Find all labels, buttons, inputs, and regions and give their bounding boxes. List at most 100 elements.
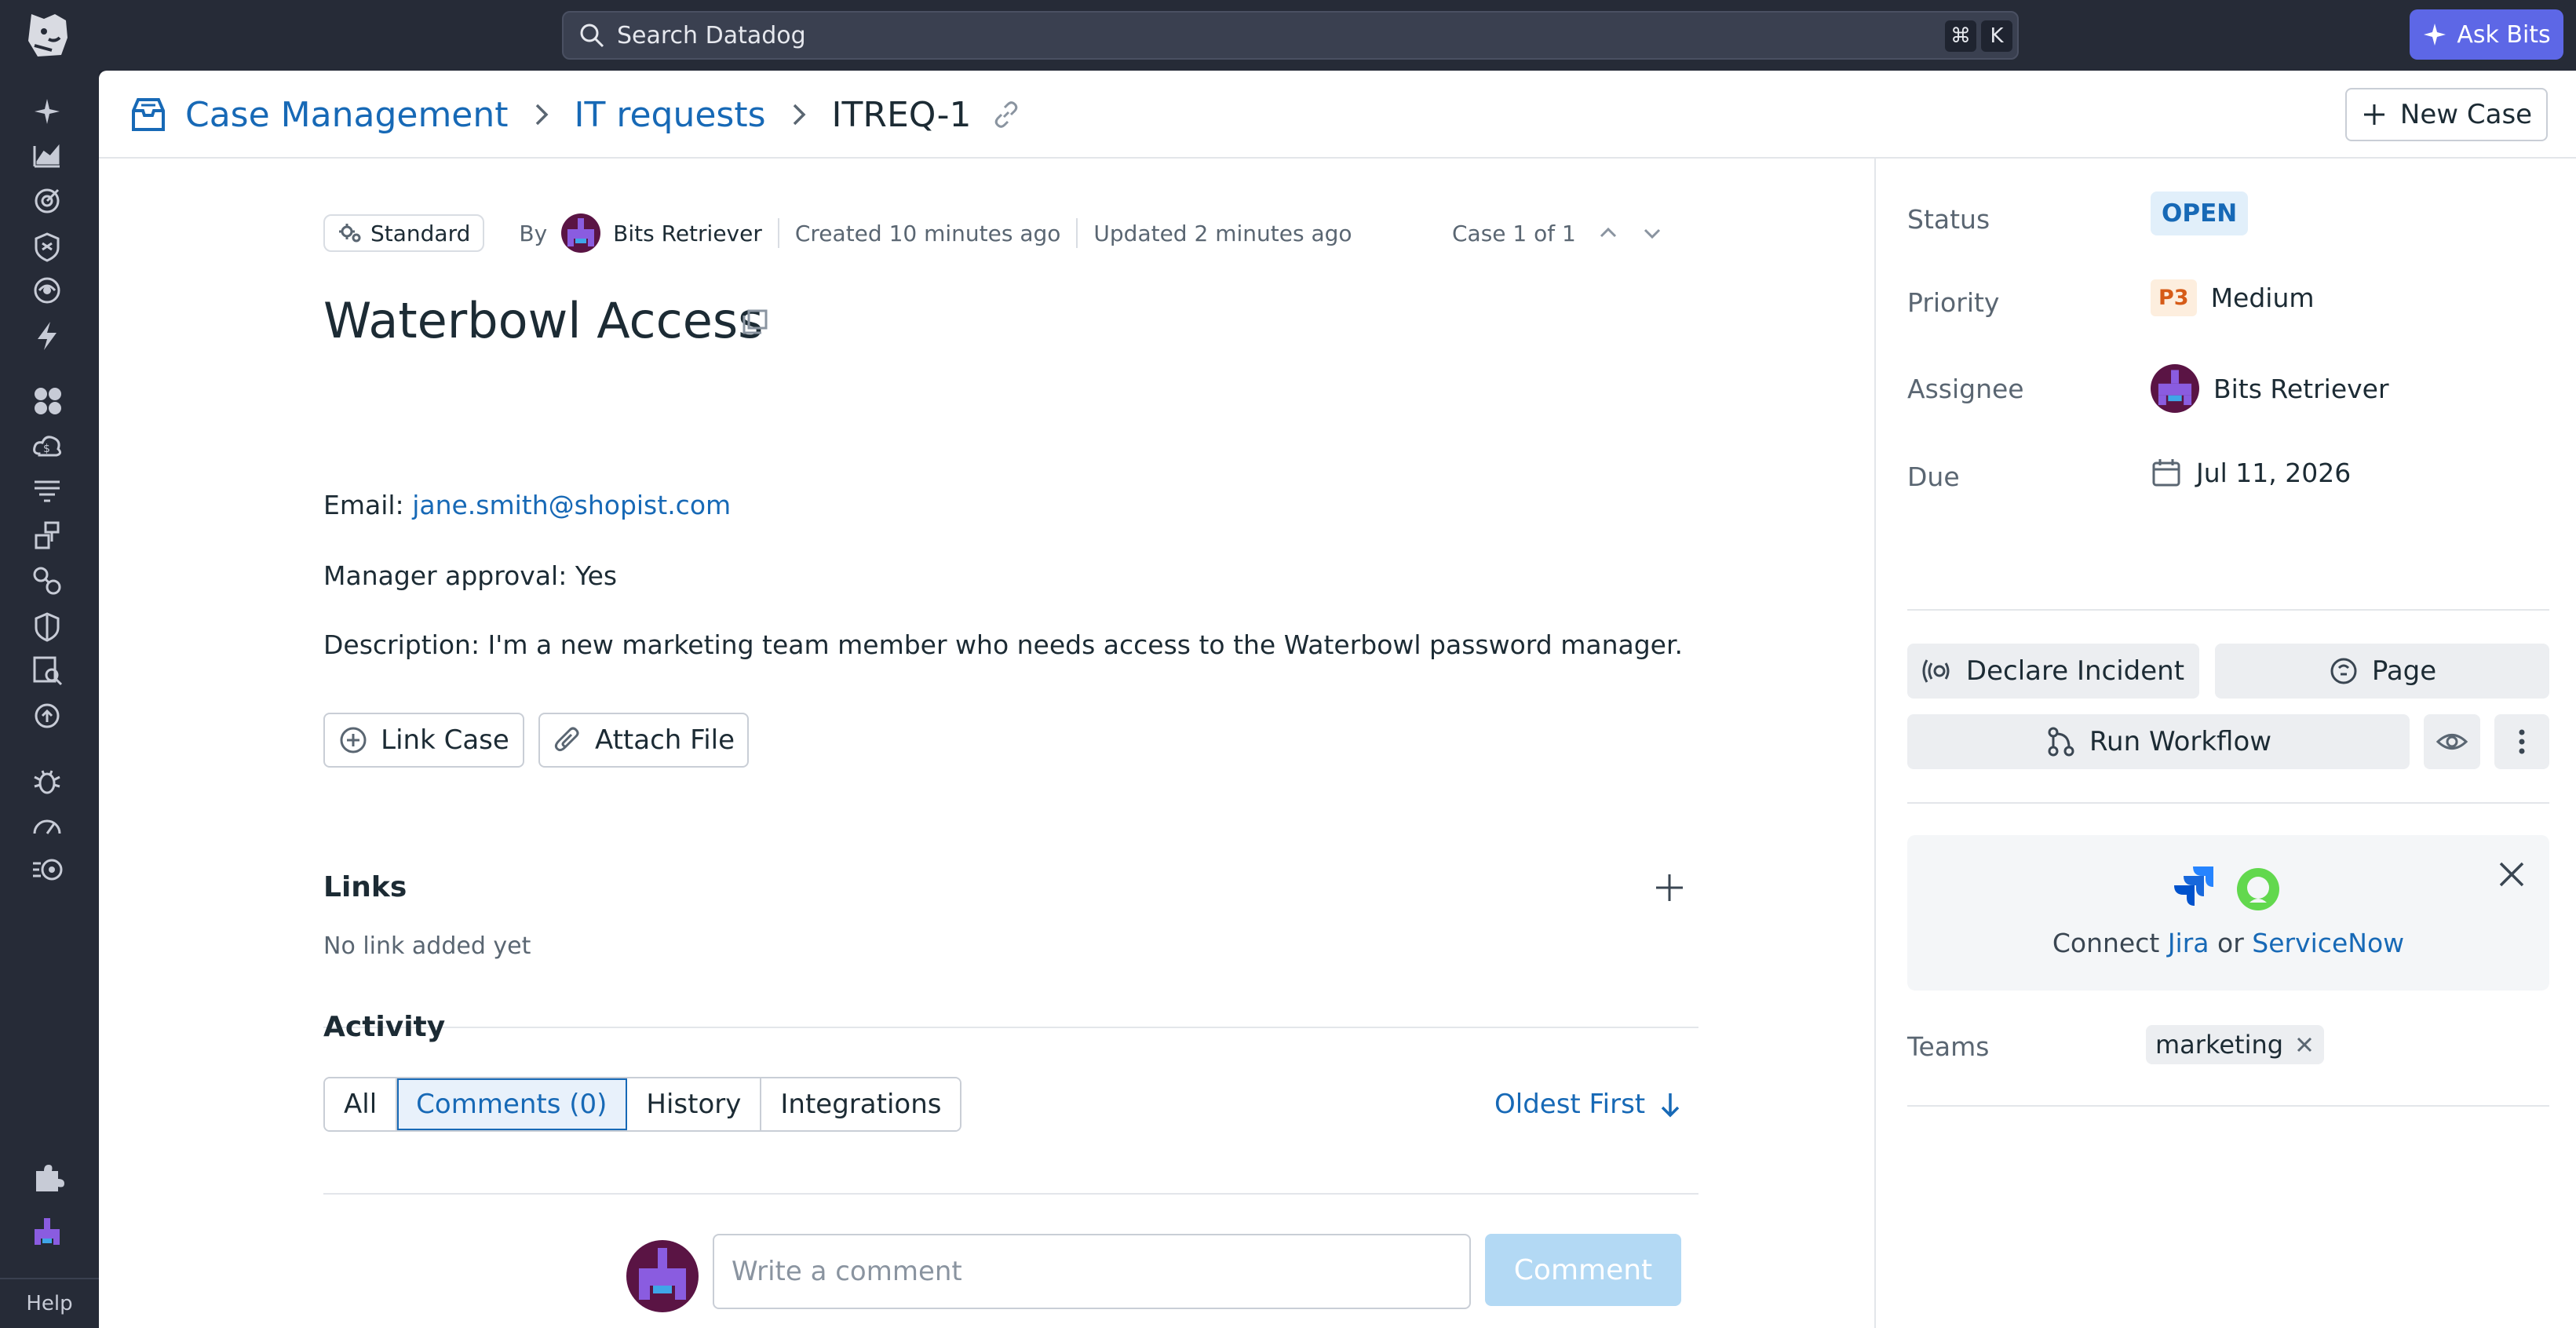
more-vertical-icon bbox=[2517, 726, 2527, 757]
divider bbox=[1907, 802, 2549, 804]
priority-value: Medium bbox=[2210, 283, 2315, 313]
more-options-button[interactable] bbox=[2494, 714, 2549, 769]
chevron-up-icon[interactable] bbox=[1596, 221, 1620, 245]
watch-button[interactable] bbox=[2424, 714, 2480, 769]
status-field[interactable]: OPEN bbox=[2151, 192, 2249, 235]
assignee-name: Bits Retriever bbox=[2213, 373, 2389, 404]
connect-jira-link[interactable]: Jira bbox=[2168, 928, 2209, 958]
link-case-button[interactable]: Link Case bbox=[323, 713, 524, 768]
new-case-button[interactable]: New Case bbox=[2345, 88, 2548, 141]
ask-bits-button[interactable]: Ask Bits bbox=[2410, 9, 2563, 60]
assignee-avatar bbox=[2151, 364, 2199, 413]
sort-oldest-first-button[interactable]: Oldest First bbox=[1494, 1083, 1684, 1126]
infrastructure-icon[interactable] bbox=[30, 383, 64, 418]
assignee-field[interactable]: Bits Retriever bbox=[2151, 364, 2389, 413]
divider bbox=[1076, 218, 1078, 248]
actions-icon[interactable] bbox=[30, 319, 64, 353]
connect-servicenow-link[interactable]: ServiceNow bbox=[2252, 928, 2404, 958]
search-placeholder: Search Datadog bbox=[617, 21, 806, 49]
search-icon bbox=[578, 21, 606, 49]
case-title[interactable]: Waterbowl Access bbox=[323, 292, 763, 349]
due-date-field[interactable]: Jul 11, 2026 bbox=[2151, 457, 2351, 488]
monitors-icon[interactable] bbox=[30, 184, 64, 218]
declare-incident-button[interactable]: Declare Incident bbox=[1907, 644, 2199, 699]
case-details-panel: Status OPEN Priority P3 Medium Assignee … bbox=[1874, 159, 2576, 1328]
priority-field[interactable]: P3 Medium bbox=[2151, 279, 2315, 316]
divider bbox=[323, 1193, 1698, 1195]
workflow-icon bbox=[2045, 726, 2077, 757]
tab-all[interactable]: All bbox=[325, 1078, 398, 1130]
arrow-down-icon bbox=[1656, 1090, 1684, 1118]
paperclip-icon bbox=[553, 725, 582, 755]
connect-integrations-card: Connect Jira or ServiceNow bbox=[1907, 835, 2549, 991]
puzzle-icon[interactable] bbox=[30, 1160, 64, 1195]
pager-icon bbox=[2328, 655, 2359, 687]
tab-history[interactable]: History bbox=[627, 1078, 762, 1130]
case-type-badge[interactable]: Standard bbox=[323, 214, 485, 252]
top-bar: Search Datadog ⌘ K Ask Bits bbox=[0, 0, 2576, 71]
sparkle-icon[interactable] bbox=[30, 94, 64, 129]
main-area: Case Management IT requests ITREQ-1 New … bbox=[99, 71, 2576, 1328]
email-link[interactable]: jane.smith@shopist.com bbox=[412, 490, 731, 520]
run-workflow-button[interactable]: Run Workflow bbox=[1907, 714, 2410, 769]
cloud-cost-icon[interactable]: $ bbox=[30, 429, 64, 463]
activity-tabs: All Comments (0) History Integrations bbox=[323, 1077, 962, 1132]
synthetics-icon[interactable] bbox=[30, 852, 64, 887]
team-tag[interactable]: marketing bbox=[2146, 1025, 2325, 1064]
security-icon[interactable] bbox=[30, 229, 64, 264]
new-case-label: New Case bbox=[2399, 99, 2533, 130]
add-link-plus-icon[interactable] bbox=[1653, 871, 1686, 904]
author-avatar bbox=[561, 213, 601, 253]
tab-comments[interactable]: Comments (0) bbox=[397, 1078, 628, 1130]
bug-icon[interactable] bbox=[30, 764, 64, 799]
close-icon[interactable] bbox=[2496, 859, 2527, 890]
apm-icon[interactable] bbox=[30, 518, 64, 553]
chevron-right-icon bbox=[783, 99, 815, 130]
links-title: Links bbox=[323, 871, 407, 903]
servicenow-icon bbox=[2235, 866, 2281, 912]
data-search-icon[interactable] bbox=[30, 653, 64, 688]
priority-badge: P3 bbox=[2151, 279, 2197, 316]
chevron-down-icon[interactable] bbox=[1640, 221, 1664, 245]
connect-or: or bbox=[2217, 928, 2244, 958]
dashboards-icon[interactable] bbox=[30, 138, 64, 173]
teams-field[interactable]: marketing bbox=[2146, 1025, 2325, 1064]
attach-file-button[interactable]: Attach File bbox=[538, 713, 749, 768]
manager-approval: Manager approval: Yes bbox=[323, 560, 618, 591]
divider bbox=[323, 1027, 1698, 1028]
status-badge[interactable]: OPEN bbox=[2151, 192, 2249, 235]
tab-integrations[interactable]: Integrations bbox=[761, 1078, 961, 1130]
breadcrumb-current-case: ITREQ-1 bbox=[831, 94, 972, 135]
remove-tag-icon[interactable] bbox=[2294, 1034, 2315, 1055]
shield-icon[interactable] bbox=[30, 609, 64, 644]
performance-gauge-icon[interactable] bbox=[30, 808, 64, 843]
observability-icon[interactable] bbox=[30, 699, 64, 733]
updated-time: Updated 2 minutes ago bbox=[1093, 220, 1352, 246]
datadog-logo-icon[interactable] bbox=[20, 6, 77, 63]
divider bbox=[1907, 609, 2549, 611]
link-icon[interactable] bbox=[991, 99, 1022, 130]
integrations-link-icon[interactable] bbox=[30, 564, 64, 598]
breadcrumb: Case Management IT requests ITREQ-1 bbox=[129, 91, 1022, 138]
author-name: Bits Retriever bbox=[613, 220, 762, 246]
copy-icon[interactable] bbox=[739, 306, 771, 337]
email-label: Email: bbox=[323, 490, 404, 520]
breadcrumb-case-management[interactable]: Case Management bbox=[185, 95, 509, 135]
logs-icon[interactable] bbox=[30, 474, 64, 509]
case-description: Description: I'm a new marketing team me… bbox=[323, 629, 1684, 660]
case-management-icon bbox=[129, 95, 168, 134]
no-links-text: No link added yet bbox=[323, 932, 531, 960]
priority-label: Priority bbox=[1907, 287, 2000, 318]
sparkle-icon bbox=[2422, 22, 2447, 47]
comment-input[interactable] bbox=[713, 1234, 1471, 1309]
due-label: Due bbox=[1907, 462, 1960, 492]
case-type-label: Standard bbox=[370, 220, 471, 246]
breadcrumb-it-requests[interactable]: IT requests bbox=[575, 95, 766, 135]
service-mgmt-icon[interactable] bbox=[30, 273, 64, 308]
user-avatar-icon[interactable] bbox=[30, 1215, 64, 1250]
divider bbox=[777, 218, 779, 248]
help-link[interactable]: Help bbox=[0, 1278, 99, 1328]
page-button[interactable]: Page bbox=[2215, 644, 2549, 699]
search-bar[interactable]: Search Datadog ⌘ K bbox=[562, 11, 2019, 60]
comment-button[interactable]: Comment bbox=[1485, 1234, 1681, 1306]
